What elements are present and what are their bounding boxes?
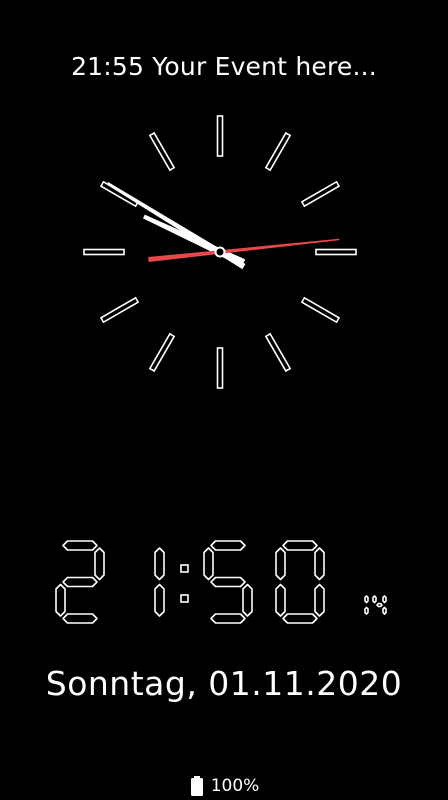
hour-tick [300,296,341,324]
always-on-display: 21:55 Your Event here... Sonntag, 01.11.… [0,0,448,800]
hour-tick [216,347,224,389]
digit-minute-ones [275,540,325,624]
digit-hour-ones [154,547,165,617]
date-text[interactable]: Sonntag, 01.11.2020 [0,664,448,703]
hour-tick [216,115,224,157]
hour-tick [99,296,140,324]
digital-clock [55,540,387,624]
hour-tick [148,131,176,172]
hour-tick [264,131,292,172]
digit-hour-tens [55,540,105,624]
digit-second-tens [364,595,369,615]
second-hand [148,238,340,263]
analog-clock [83,115,357,389]
clock-hands [106,181,340,270]
battery-percentage: 100% [210,776,260,796]
hour-tick [264,332,292,373]
hour-tick [148,332,176,373]
hour-tick [99,180,140,208]
hour-tick [315,248,357,256]
battery-full-icon [190,776,203,796]
digit-second-ones [372,595,387,615]
hour-tick [83,248,125,256]
event-text[interactable]: 21:55 Your Event here... [0,52,448,81]
clock-center-cap [214,246,226,258]
digit-minute-tens [203,540,253,624]
hour-tick [300,180,341,208]
time-colon [180,564,189,603]
battery-indicator: 100% [0,776,448,796]
